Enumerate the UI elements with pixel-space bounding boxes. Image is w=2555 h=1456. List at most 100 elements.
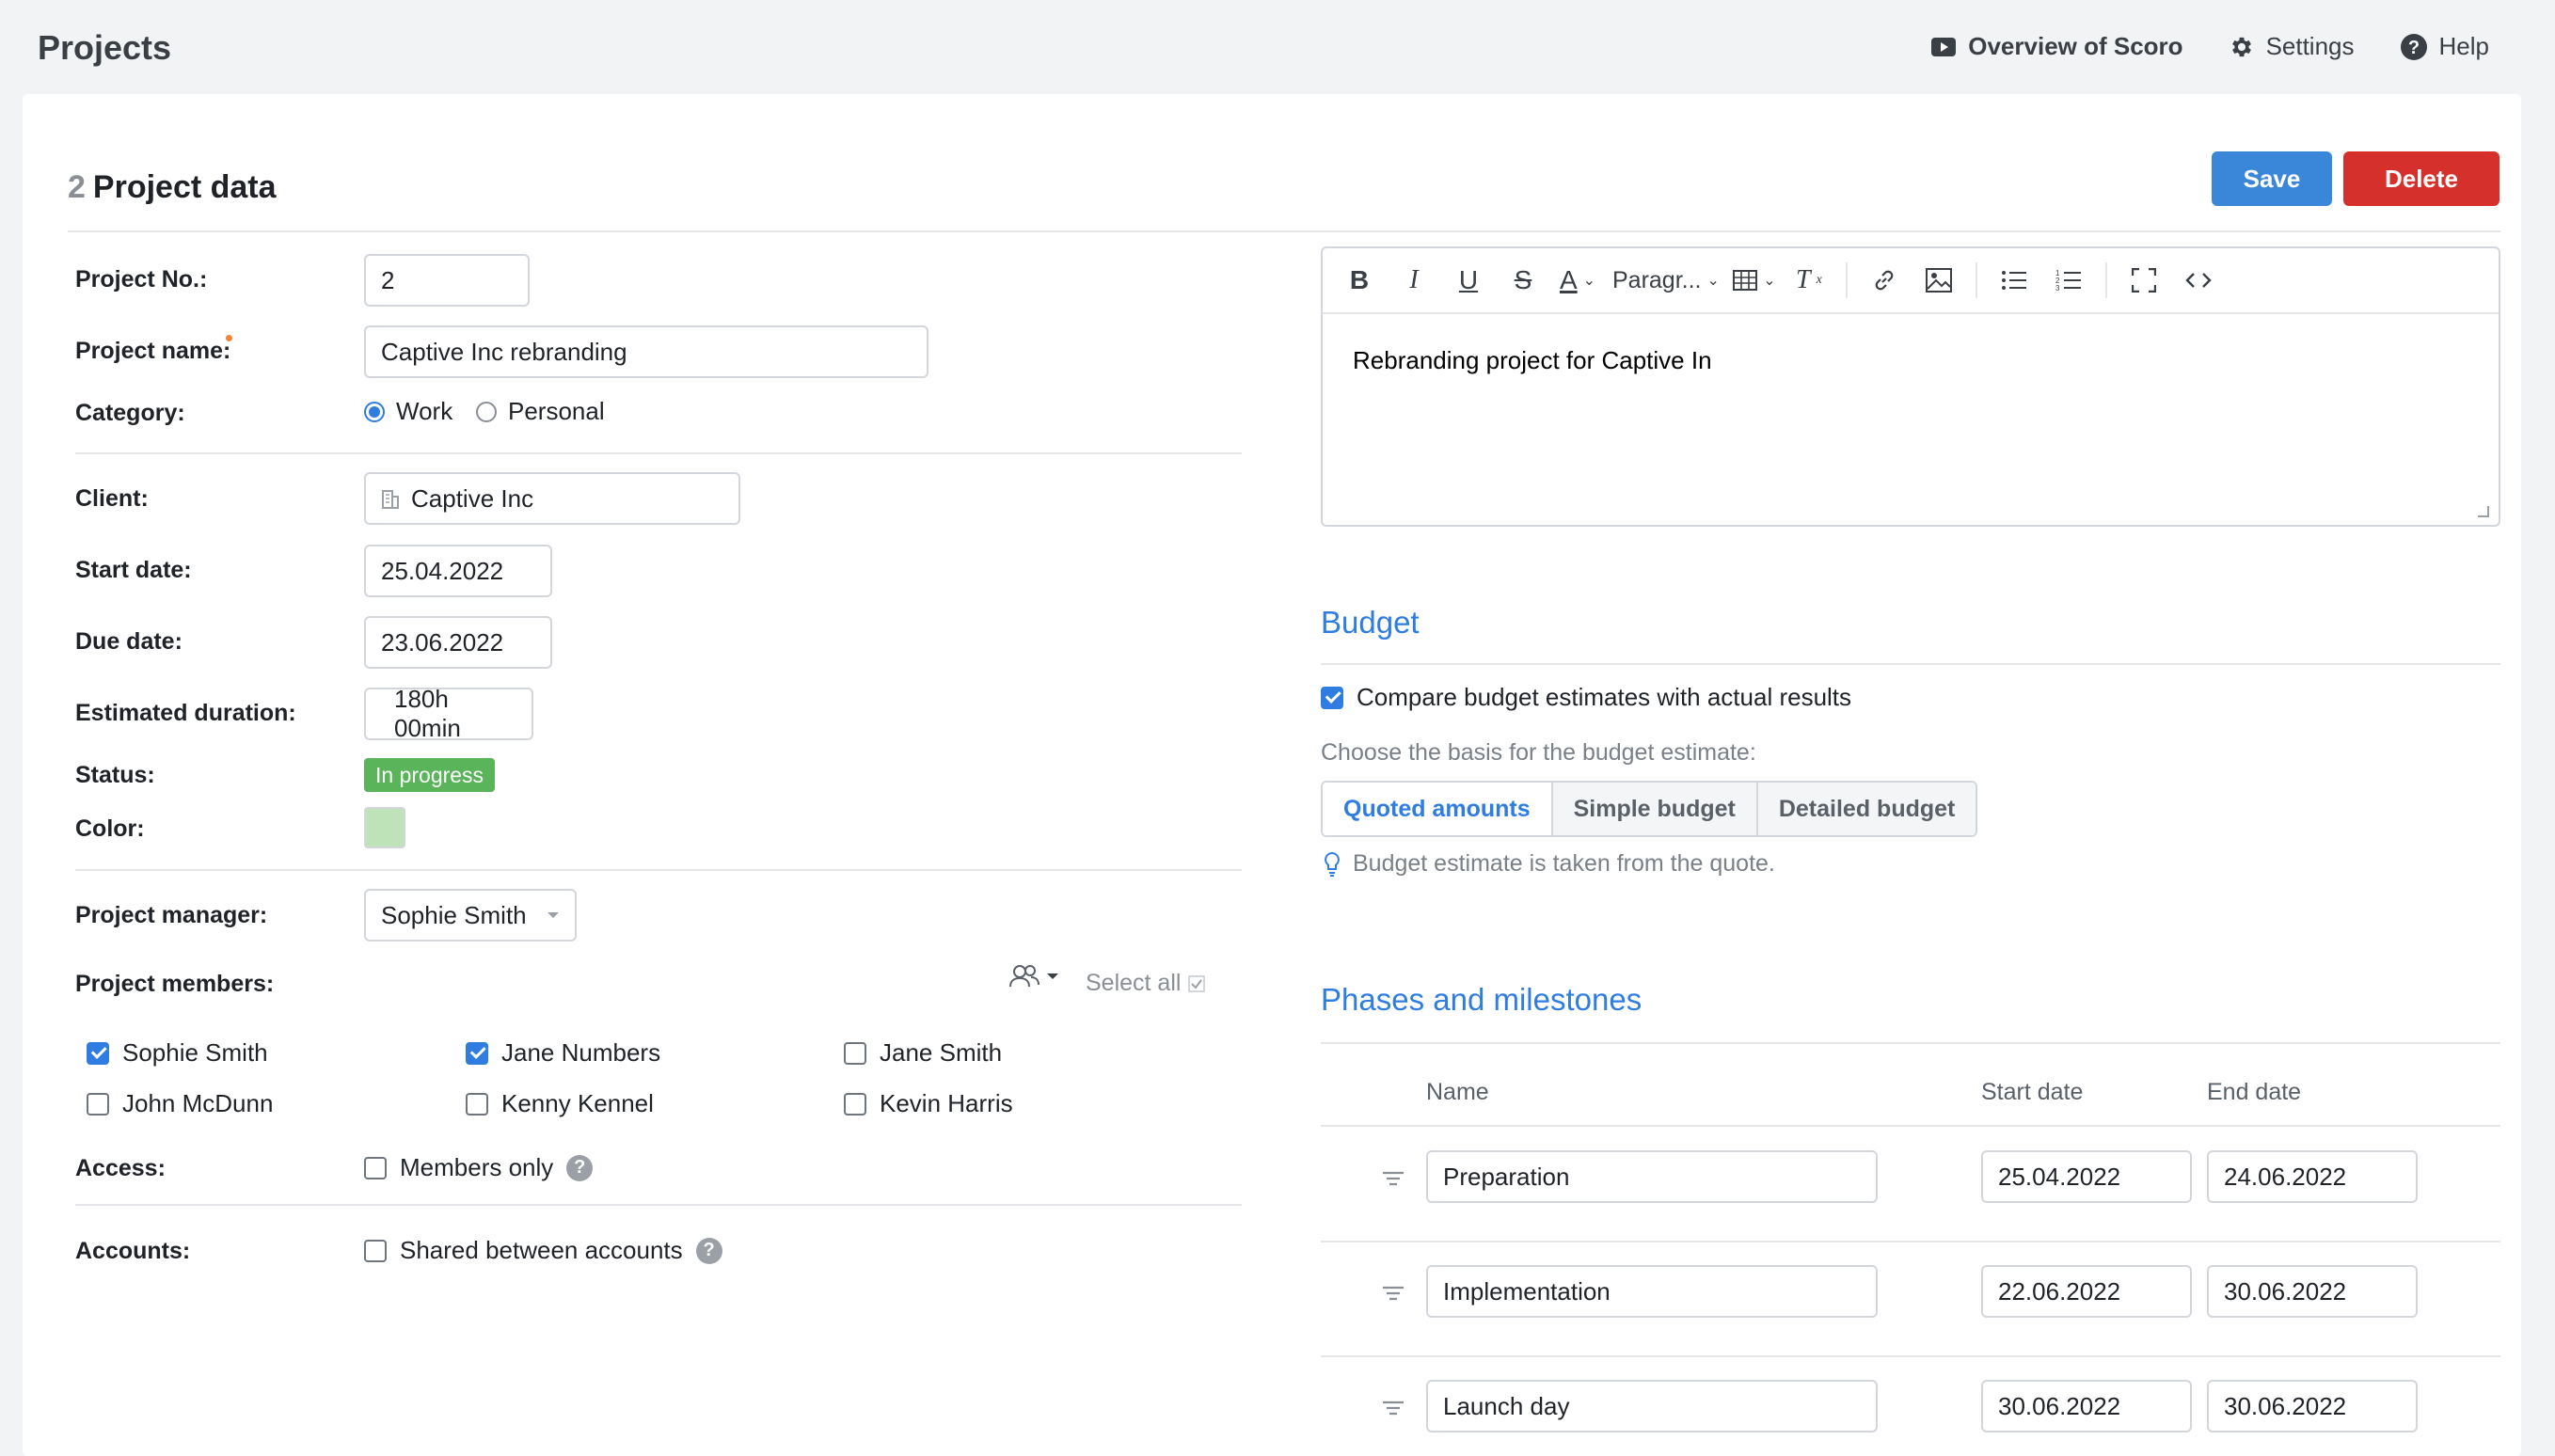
member-filter-dropdown[interactable]	[1008, 964, 1059, 989]
color-swatch[interactable]	[364, 807, 405, 848]
phase-start-input[interactable]: 22.06.2022	[1981, 1265, 2192, 1318]
phases-divider	[1321, 1042, 2500, 1044]
drag-handle-icon[interactable]	[1381, 1285, 1405, 1306]
clear-formatting-icon[interactable]: Tx	[1782, 258, 1836, 303]
help-icon[interactable]: ?	[695, 1237, 722, 1264]
paragraph-format-select[interactable]: Paragr... ⌄	[1605, 258, 1727, 303]
col-end-header: End date	[2207, 1079, 2302, 1105]
building-icon	[382, 490, 399, 509]
color-label: Color:	[75, 815, 145, 842]
editor-content[interactable]: Rebranding project for Captive In	[1323, 314, 2499, 407]
due-date-input[interactable]: 23.06.2022	[364, 616, 552, 669]
start-date-label: Start date:	[75, 557, 192, 583]
manager-select[interactable]: Sophie Smith	[364, 889, 577, 942]
manager-label: Project manager:	[75, 902, 268, 928]
drag-handle-icon[interactable]	[1381, 1400, 1405, 1420]
project-number-label: 2	[68, 169, 86, 205]
caret-down-icon	[1047, 973, 1058, 979]
category-personal-label: Personal	[508, 397, 605, 425]
detailed-budget-option[interactable]: Detailed budget	[1757, 783, 1976, 835]
member-checkbox[interactable]: Jane Numbers	[466, 1038, 660, 1068]
simple-budget-option[interactable]: Simple budget	[1552, 783, 1758, 835]
description-editor: B I U S A ⌄ Paragr... ⌄ ⌄ Tx 123 Rebrand…	[1321, 246, 2500, 527]
phase-end-input[interactable]: 30.06.2022	[2207, 1265, 2418, 1318]
member-checkbox[interactable]: Jane Smith	[844, 1038, 1002, 1068]
toolbar-divider	[1845, 262, 1848, 298]
header-divider	[68, 230, 2500, 232]
shared-accounts-label: Shared between accounts	[400, 1236, 683, 1264]
text-color-icon[interactable]: A ⌄	[1550, 258, 1605, 303]
member-checkbox[interactable]: John McDunn	[87, 1089, 273, 1118]
checkbox-icon	[87, 1092, 109, 1116]
editor-toolbar: B I U S A ⌄ Paragr... ⌄ ⌄ Tx 123	[1323, 248, 2499, 314]
save-button[interactable]: Save	[2212, 151, 2332, 206]
manager-value: Sophie Smith	[381, 900, 527, 929]
settings-link[interactable]: Settings	[2229, 32, 2355, 61]
phase-start-input[interactable]: 30.06.2022	[1981, 1380, 2192, 1432]
italic-icon[interactable]: I	[1387, 258, 1441, 303]
bullet-list-icon[interactable]	[1987, 258, 2041, 303]
checkmark-icon	[1188, 974, 1206, 992]
help-icon[interactable]: ?	[566, 1154, 594, 1181]
member-checkbox[interactable]: Sophie Smith	[87, 1038, 268, 1068]
numbered-list-icon[interactable]: 123	[2041, 258, 2096, 303]
category-work-radio[interactable]: Work	[364, 397, 452, 426]
checkbox-icon	[466, 1092, 488, 1116]
project-name-input[interactable]: Captive Inc rebranding	[364, 325, 928, 378]
resize-handle-icon[interactable]	[2478, 506, 2489, 517]
phase-name-input[interactable]: Launch day	[1426, 1380, 1878, 1432]
budget-divider	[1321, 663, 2500, 665]
phase-name-input[interactable]: Preparation	[1426, 1150, 1878, 1203]
drag-handle-icon[interactable]	[1381, 1170, 1405, 1191]
members-only-checkbox[interactable]: Members only ?	[364, 1153, 594, 1182]
link-icon[interactable]	[1857, 258, 1912, 303]
status-badge[interactable]: In progress	[364, 758, 496, 792]
image-icon[interactable]	[1912, 258, 1966, 303]
member-checkbox[interactable]: Kevin Harris	[844, 1089, 1013, 1118]
quoted-amounts-option[interactable]: Quoted amounts	[1323, 783, 1553, 835]
project-no-input[interactable]: 2	[364, 254, 530, 307]
project-name-label: Project name:	[75, 338, 231, 364]
fullscreen-icon[interactable]	[2117, 258, 2171, 303]
category-personal-radio[interactable]: Personal	[476, 397, 605, 426]
client-input[interactable]: Captive Inc	[364, 472, 740, 525]
duration-input[interactable]: 180h 00min	[364, 685, 533, 742]
strikethrough-icon[interactable]: S	[1496, 258, 1550, 303]
budget-basis-selector: Quoted amounts Simple budget Detailed bu…	[1321, 781, 1978, 837]
status-label: Status:	[75, 762, 155, 788]
help-circle-icon: ?	[2400, 33, 2427, 60]
delete-button[interactable]: Delete	[2343, 151, 2499, 206]
radio-unselected-icon	[476, 401, 497, 422]
member-name: John McDunn	[122, 1089, 274, 1117]
phase-start-input[interactable]: 25.04.2022	[1981, 1150, 2192, 1203]
bold-icon[interactable]: B	[1332, 258, 1387, 303]
source-code-icon[interactable]	[2171, 258, 2226, 303]
underline-icon[interactable]: U	[1441, 258, 1496, 303]
table-divider	[1321, 1125, 2500, 1127]
checkbox-icon	[844, 1092, 866, 1116]
select-all-toggle[interactable]: Select all	[1086, 970, 1206, 997]
budget-hint: Budget estimate is taken from the quote.	[1323, 850, 1775, 878]
compare-budget-label: Compare budget estimates with actual res…	[1357, 683, 1852, 711]
top-bar: Projects Overview of Scoro Settings ? He…	[0, 0, 2555, 94]
member-checkbox[interactable]: Kenny Kennel	[466, 1089, 654, 1118]
phases-title: Phases and milestones	[1321, 982, 1642, 1017]
table-icon[interactable]: ⌄	[1727, 258, 1782, 303]
phase-end-input[interactable]: 30.06.2022	[2207, 1380, 2418, 1432]
member-name: Sophie Smith	[122, 1038, 268, 1067]
divider	[75, 452, 1242, 454]
budget-basis-prompt: Choose the basis for the budget estimate…	[1321, 739, 1756, 766]
client-label: Client:	[75, 485, 149, 512]
help-link[interactable]: ? Help	[2400, 32, 2489, 61]
shared-accounts-checkbox[interactable]: Shared between accounts ?	[364, 1236, 722, 1265]
start-date-input[interactable]: 25.04.2022	[364, 545, 552, 597]
phase-end-input[interactable]: 24.06.2022	[2207, 1150, 2418, 1203]
users-icon	[1009, 965, 1039, 988]
phase-name-input[interactable]: Implementation	[1426, 1265, 1878, 1318]
access-label: Access:	[75, 1155, 166, 1181]
select-all-label: Select all	[1086, 970, 1182, 996]
checkbox-icon	[364, 1239, 387, 1262]
col-name-header: Name	[1426, 1079, 1489, 1105]
overview-link[interactable]: Overview of Scoro	[1930, 32, 2183, 61]
compare-budget-checkbox[interactable]: Compare budget estimates with actual res…	[1321, 683, 1851, 712]
